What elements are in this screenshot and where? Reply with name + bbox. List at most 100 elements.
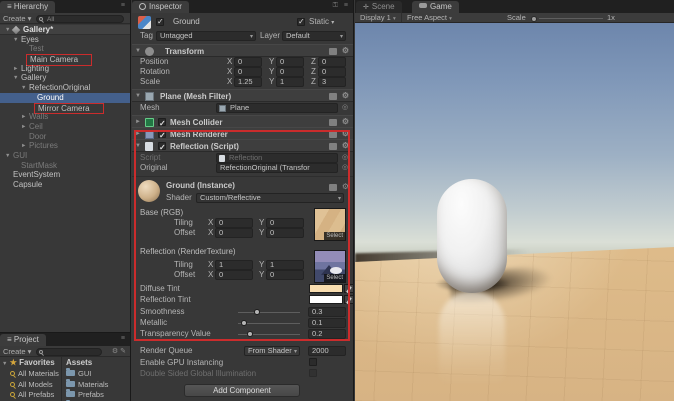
tag-dropdown[interactable]: Untagged▾ xyxy=(156,31,256,41)
tree-item-refectionoriginal[interactable]: ▼RefectionOriginal xyxy=(0,83,130,93)
shader-dropdown[interactable]: Custom/Reflective▾ xyxy=(196,193,344,203)
script-field[interactable]: Reflection xyxy=(216,153,338,163)
search-input[interactable]: All xyxy=(36,15,124,23)
tree-item-ground[interactable]: Ground xyxy=(0,93,130,103)
folder-gui[interactable]: GUI xyxy=(66,369,91,379)
transparency-value[interactable]: 0.2 xyxy=(308,329,346,339)
gpu-instancing-checkbox[interactable] xyxy=(309,358,317,366)
select-texture-button[interactable]: Select xyxy=(324,232,345,240)
eyedropper-icon[interactable] xyxy=(344,284,354,293)
favorite-all-prefabs[interactable]: All Prefabs xyxy=(10,390,54,400)
favorites-header[interactable]: ▼ ★ Favorites xyxy=(2,358,55,369)
tree-item-gallery[interactable]: ▼Gallery xyxy=(0,73,130,83)
render-queue-dropdown[interactable]: From Shader▾ xyxy=(244,346,300,356)
tab-scene[interactable]: ✛Scene xyxy=(356,1,402,13)
object-picker-icon[interactable]: ◎ xyxy=(342,103,348,113)
search-input[interactable] xyxy=(36,348,102,356)
tab-project[interactable]: ≡ Project xyxy=(0,334,46,346)
tree-item-ceil[interactable]: ►Ceil xyxy=(0,122,130,132)
scale-slider-thumb[interactable] xyxy=(531,16,537,22)
gear-icon[interactable]: ⚙ xyxy=(342,90,349,102)
slider-thumb[interactable] xyxy=(254,309,260,315)
help-icon[interactable] xyxy=(329,184,337,191)
tab-hierarchy[interactable]: ≡ Hierarchy xyxy=(0,1,55,13)
reflection-tint-swatch[interactable] xyxy=(309,295,343,304)
original-field[interactable]: RefectionOriginal (Transfor xyxy=(216,163,338,173)
help-icon[interactable] xyxy=(329,119,337,126)
transparency-slider[interactable] xyxy=(238,329,300,339)
position-z-field[interactable]: 0 xyxy=(318,57,346,67)
foldout-arrow[interactable]: ▼ xyxy=(135,140,141,152)
static-label[interactable]: Static ▾ xyxy=(309,17,334,28)
scene-row[interactable]: ▼Gallery* xyxy=(0,25,130,35)
favorite-all-materials[interactable]: All Materials xyxy=(10,369,59,379)
static-checkbox[interactable] xyxy=(297,18,305,26)
smoothness-slider[interactable] xyxy=(238,307,300,317)
tree-item-door[interactable]: Door xyxy=(0,132,130,142)
add-component-button[interactable]: Add Component xyxy=(184,384,300,397)
tree-item-main-camera[interactable]: Main Camera xyxy=(0,54,130,64)
tree-item-eyes[interactable]: ▼Eyes xyxy=(0,35,130,45)
refl-tiling-x[interactable]: 1 xyxy=(215,260,253,270)
column-divider[interactable] xyxy=(61,357,62,401)
reflection-script-header[interactable]: ▼ Reflection (Script) ⚙ xyxy=(132,139,353,152)
rotation-x-field[interactable]: 0 xyxy=(234,67,262,77)
gameobject-name-field[interactable]: Ground xyxy=(169,17,289,27)
mesh-filter-header[interactable]: ▼ Plane (Mesh Filter) ⚙ xyxy=(132,89,353,102)
diffuse-tint-swatch[interactable] xyxy=(309,284,343,293)
rotation-z-field[interactable]: 0 xyxy=(318,67,346,77)
gear-icon[interactable]: ⚙ xyxy=(342,45,349,57)
object-picker-icon[interactable]: ◎ xyxy=(342,153,348,163)
folder-prefabs[interactable]: Prefabs xyxy=(66,390,104,400)
base-tiling-y[interactable]: 0 xyxy=(266,218,304,228)
scale-x-field[interactable]: 1.25 xyxy=(234,77,262,87)
tree-item-mirror-camera[interactable]: Mirror Camera xyxy=(0,103,130,113)
gear-icon[interactable]: ⚙ xyxy=(342,140,349,152)
game-viewport[interactable] xyxy=(355,23,674,401)
smoothness-value[interactable]: 0.3 xyxy=(308,307,346,317)
project-settings-icons[interactable]: ⚙ ✎ xyxy=(112,346,126,357)
refl-offset-y[interactable]: 0 xyxy=(266,270,304,280)
slider-thumb[interactable] xyxy=(241,320,247,326)
tree-item-eventsystem[interactable]: EventSystem xyxy=(0,170,130,180)
scale-y-field[interactable]: 1 xyxy=(276,77,304,87)
layer-dropdown[interactable]: Default▾ xyxy=(282,31,346,41)
position-y-field[interactable]: 0 xyxy=(276,57,304,67)
create-button[interactable]: Create ▾ xyxy=(3,13,31,24)
base-tiling-x[interactable]: 0 xyxy=(215,218,253,228)
mesh-collider-checkbox[interactable] xyxy=(158,118,166,126)
tree-item-walls[interactable]: ►Walls xyxy=(0,112,130,122)
tree-item-startmask[interactable]: StartMask xyxy=(0,161,130,171)
tree-item-gui[interactable]: ▼GUI xyxy=(0,151,130,161)
foldout-arrow[interactable]: ▼ xyxy=(135,45,141,57)
lock-and-menu-icons[interactable]: ⚿ ≡ xyxy=(333,2,350,10)
folder-materials[interactable]: Materials xyxy=(66,380,108,390)
tree-item-capsule[interactable]: Capsule xyxy=(0,180,130,190)
reflection-texture-slot[interactable]: Select xyxy=(314,250,346,283)
gear-icon[interactable]: ⚙ xyxy=(342,181,349,193)
select-texture-button[interactable]: Select xyxy=(324,274,345,282)
position-x-field[interactable]: 0 xyxy=(234,57,262,67)
rotation-y-field[interactable]: 0 xyxy=(276,67,304,77)
panel-menu-icon[interactable]: ≡ xyxy=(121,335,127,342)
mesh-renderer-checkbox[interactable] xyxy=(158,130,166,138)
tab-inspector[interactable]: Inspector xyxy=(132,1,189,13)
object-picker-icon[interactable]: ◎ xyxy=(342,163,348,173)
foldout-arrow[interactable]: ▼ xyxy=(135,90,141,102)
base-texture-slot[interactable]: Select xyxy=(314,208,346,241)
refl-offset-x[interactable]: 0 xyxy=(215,270,253,280)
base-offset-x[interactable]: 0 xyxy=(215,228,253,238)
material-preview-sphere[interactable] xyxy=(138,180,160,202)
favorite-all-models[interactable]: All Models xyxy=(10,380,53,390)
panel-menu-icon[interactable]: ≡ xyxy=(121,2,127,9)
create-button[interactable]: Create ▾ xyxy=(3,346,31,357)
transform-header[interactable]: ▼ Transform ⚙ xyxy=(132,44,353,57)
dsgi-checkbox[interactable] xyxy=(309,369,317,377)
slider-thumb[interactable] xyxy=(247,331,253,337)
eyedropper-icon[interactable] xyxy=(344,295,354,304)
scale-z-field[interactable]: 3 xyxy=(318,77,346,87)
base-offset-y[interactable]: 0 xyxy=(266,228,304,238)
metallic-slider[interactable] xyxy=(238,318,300,328)
help-icon[interactable] xyxy=(329,143,337,150)
help-icon[interactable] xyxy=(329,48,337,55)
